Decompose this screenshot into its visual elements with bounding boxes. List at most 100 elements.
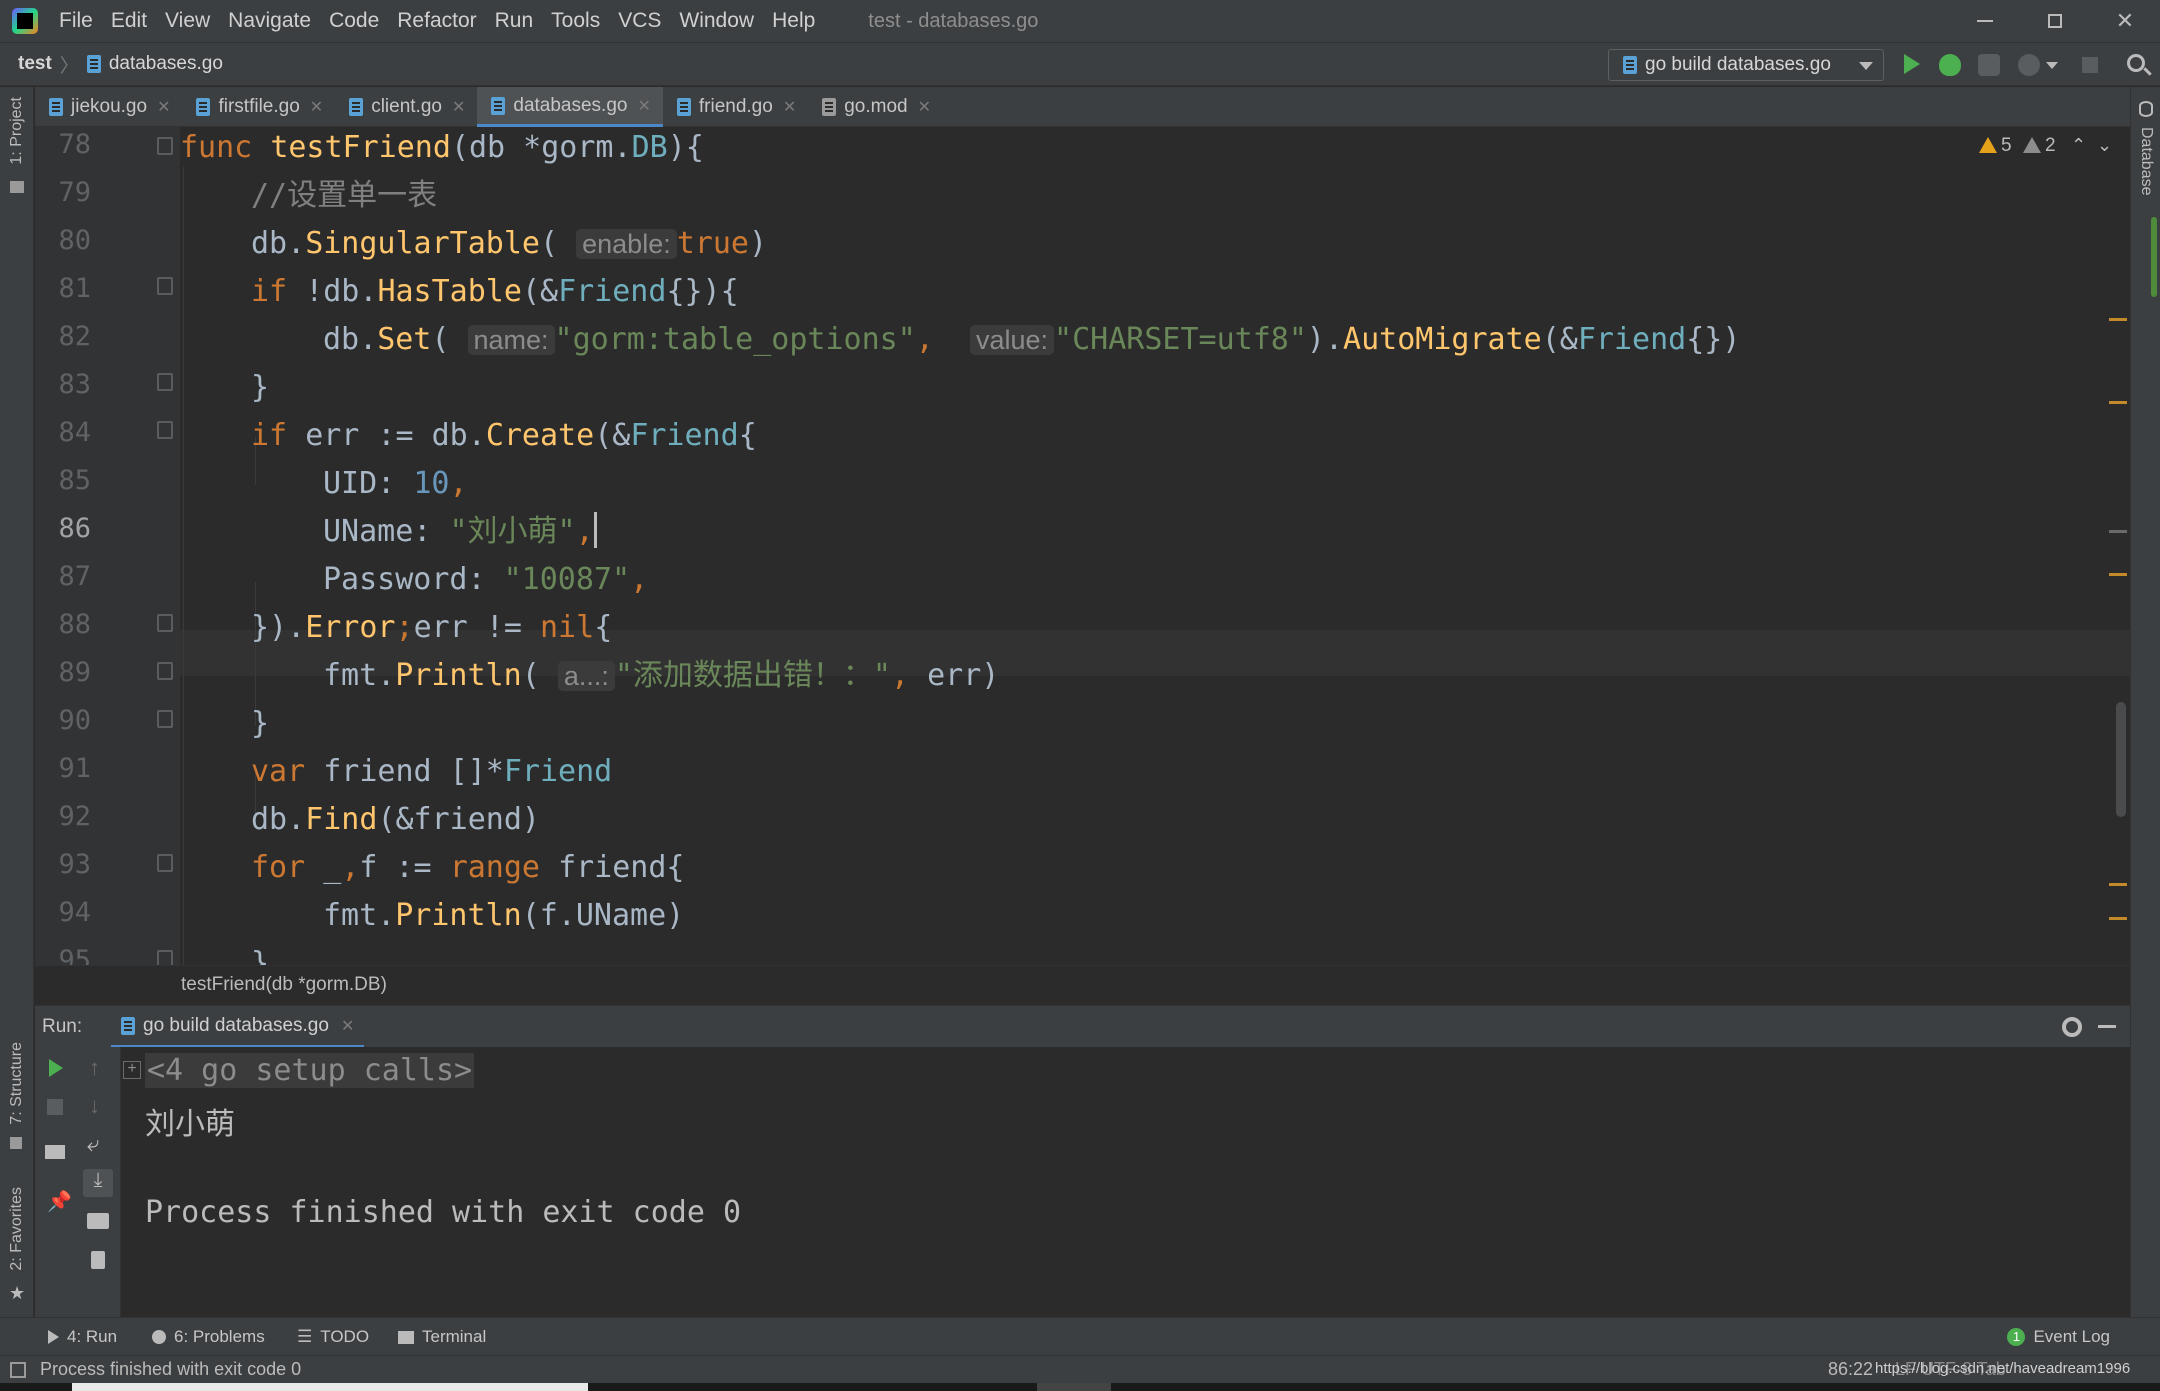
stripe-warning-mark[interactable] [2109, 573, 2127, 576]
tab-jiekou-go[interactable]: jiekou.go ✕ [35, 87, 182, 127]
tool-tab-problems[interactable]: 6: Problems [152, 1327, 265, 1347]
tab-label: go.mod [844, 96, 908, 117]
soft-wrap-icon[interactable]: ⤶ [87, 1131, 99, 1157]
tool-tab-todo[interactable]: ☰ TODO [297, 1327, 369, 1347]
chevron-up-icon[interactable]: ⌃ [2071, 135, 2086, 156]
close-icon[interactable]: ✕ [918, 97, 931, 117]
menu-refactor[interactable]: Refactor [388, 0, 485, 42]
fold-marker-icon[interactable] [157, 137, 173, 155]
warnings-badge[interactable]: 5 [1979, 135, 2012, 157]
console-folded-calls[interactable]: <4 go setup calls> [145, 1053, 475, 1088]
layout-icon[interactable] [45, 1145, 65, 1159]
fold-marker-icon[interactable] [157, 277, 173, 295]
stripe-warning-mark[interactable] [2109, 917, 2127, 920]
run-configuration-select[interactable]: go build databases.go [1608, 49, 1884, 81]
weak-warnings-badge[interactable]: 2 [2023, 135, 2056, 157]
pin-icon[interactable]: 📌 [47, 1189, 72, 1214]
breadcrumb-project[interactable]: test [18, 53, 52, 75]
tab-client-go[interactable]: client.go ✕ [335, 87, 477, 127]
fold-marker-icon[interactable] [157, 662, 173, 680]
database-tool-tab[interactable]: Database [2137, 127, 2155, 196]
comment-text: //设置单一表 [251, 178, 438, 213]
navigation-bar: test 〉 databases.go go build databases.g… [0, 42, 2160, 86]
code-area[interactable]: 78 79 80 81 82 83 84 85 86 87 88 89 90 9… [35, 127, 2130, 965]
fold-marker-icon[interactable] [157, 373, 173, 391]
fold-marker-icon[interactable] [157, 421, 173, 439]
stop-button[interactable] [47, 1099, 63, 1115]
taskbar-window[interactable] [72, 1383, 588, 1391]
fold-marker-icon[interactable] [157, 614, 173, 632]
close-icon[interactable]: ✕ [157, 97, 170, 117]
taskbar-window[interactable] [1037, 1383, 1111, 1391]
menu-code[interactable]: Code [320, 0, 388, 42]
tool-tab-terminal[interactable]: Terminal [398, 1327, 486, 1347]
close-icon[interactable]: ✕ [341, 1016, 354, 1036]
debug-button[interactable] [1939, 54, 1961, 76]
search-everywhere-button[interactable] [2127, 54, 2145, 72]
menu-file[interactable]: File [50, 0, 102, 42]
fold-marker-icon[interactable] [157, 854, 173, 872]
fold-marker-icon[interactable] [157, 950, 173, 965]
profile-button[interactable] [2018, 54, 2040, 76]
tab-friend-go[interactable]: friend.go ✕ [663, 87, 808, 127]
coverage-button[interactable] [1978, 54, 2000, 76]
number-literal: 10 [413, 466, 450, 501]
menu-edit[interactable]: Edit [102, 0, 156, 42]
menu-view[interactable]: View [156, 0, 219, 42]
menu-help[interactable]: Help [763, 0, 824, 42]
window-title: test - databases.go [868, 9, 1039, 32]
code-line-95: } [251, 946, 270, 965]
function-breadcrumb[interactable]: testFriend(db *gorm.DB) [181, 974, 387, 996]
tab-go-mod[interactable]: go.mod ✕ [808, 87, 943, 127]
close-icon[interactable]: ✕ [452, 97, 465, 117]
menu-run[interactable]: Run [486, 0, 543, 42]
chevron-down-icon[interactable] [2046, 62, 2058, 69]
caret-position[interactable]: 86:22 [1828, 1359, 1873, 1380]
gear-icon[interactable] [2062, 1017, 2082, 1037]
run-button[interactable] [1904, 54, 1920, 74]
favorites-tool-tab[interactable]: 2: Favorites [8, 1187, 26, 1271]
expand-icon[interactable]: + [123, 1061, 141, 1079]
tab-databases-go[interactable]: databases.go ✕ [477, 87, 663, 127]
run-console[interactable]: + <4 go setup calls> 刘小萌 Process finishe… [121, 1047, 2130, 1317]
close-icon[interactable]: ✕ [310, 97, 323, 117]
close-icon[interactable]: ✕ [637, 96, 650, 116]
code-line-90: } [251, 706, 270, 741]
run-configuration-label: go build databases.go [1645, 54, 1831, 75]
run-tab[interactable]: go build databases.go ✕ [111, 1006, 365, 1048]
fold-marker-icon[interactable] [157, 710, 173, 728]
menu-window[interactable]: Window [670, 0, 763, 42]
close-icon[interactable]: ✕ [783, 97, 796, 117]
close-window-button[interactable]: ✕ [2090, 0, 2160, 42]
arrow-up-icon[interactable]: ↑ [89, 1055, 100, 1081]
scroll-to-end-icon[interactable]: ⤓ [83, 1169, 113, 1197]
tool-windows-toggle-icon[interactable] [10, 1362, 26, 1378]
menu-vcs[interactable]: VCS [609, 0, 670, 42]
line-number: 90 [58, 705, 91, 736]
hide-panel-icon[interactable] [2098, 1025, 2116, 1028]
tool-tab-run[interactable]: 4: Run [48, 1327, 117, 1347]
rerun-button[interactable] [49, 1059, 63, 1077]
run-panel-header: Run: go build databases.go ✕ [35, 1005, 2130, 1048]
breadcrumb-file[interactable]: databases.go [109, 53, 223, 75]
run-tab-label: go build databases.go [143, 1014, 329, 1036]
stripe-warning-mark[interactable] [2109, 401, 2127, 404]
goland-logo-icon [12, 8, 38, 34]
indent-guide [183, 167, 184, 965]
chevron-down-icon[interactable]: ⌄ [2097, 135, 2112, 156]
stripe-warning-mark[interactable] [2109, 883, 2127, 886]
menu-tools[interactable]: Tools [542, 0, 609, 42]
tab-firstfile-go[interactable]: firstfile.go ✕ [182, 87, 335, 127]
structure-tool-tab[interactable]: 7: Structure [8, 1042, 26, 1125]
restore-window-button[interactable] [2020, 0, 2090, 42]
event-log-tab[interactable]: 1 Event Log [2007, 1327, 2110, 1347]
print-icon[interactable] [87, 1213, 109, 1229]
minimize-window-button[interactable] [1950, 0, 2020, 42]
trash-icon[interactable] [91, 1251, 105, 1269]
stop-button[interactable] [2082, 57, 2098, 73]
arrow-down-icon[interactable]: ↓ [89, 1093, 100, 1119]
editor-scrollbar-thumb[interactable] [2116, 702, 2126, 817]
menu-navigate[interactable]: Navigate [219, 0, 320, 42]
stripe-warning-mark[interactable] [2109, 318, 2127, 321]
project-tool-tab[interactable]: 1: Project [8, 97, 26, 165]
